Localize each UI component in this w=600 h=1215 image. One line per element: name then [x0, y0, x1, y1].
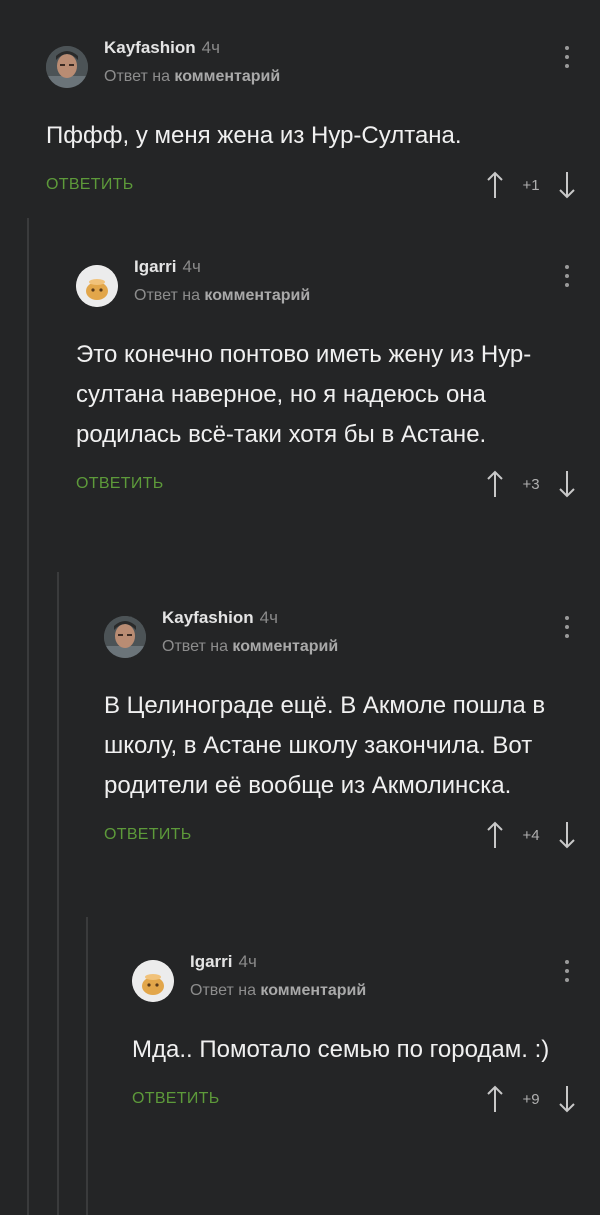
comment-actions: ОТВЕТИТЬ +4 [104, 820, 600, 856]
comment-time: 4ч [238, 952, 257, 971]
vote-count: +9 [522, 1090, 540, 1108]
comment-text: В Целинограде ещё. В Акмоле пошла в школ… [104, 692, 546, 799]
reply-button[interactable]: ОТВЕТИТЬ [132, 1090, 220, 1108]
vote-count: +3 [522, 475, 540, 493]
more-options-icon[interactable] [564, 46, 570, 70]
upvote-icon[interactable] [484, 170, 506, 200]
downvote-icon[interactable] [556, 1084, 578, 1114]
reply-prefix: Ответ на [162, 638, 228, 655]
comment-header: Igarri 4ч Ответ на комментарий [132, 952, 600, 1012]
user-photo-icon [104, 616, 146, 658]
comment-time: 4ч [201, 38, 220, 57]
reply-to-info: Ответ на комментарий [190, 982, 366, 1000]
author-name[interactable]: Igarri 4ч [190, 952, 257, 972]
reply-button[interactable]: ОТВЕТИТЬ [76, 475, 164, 493]
vote-count: +1 [522, 176, 540, 194]
comment: Kayfashion 4ч Ответ на комментарий В Цели… [104, 608, 600, 856]
thread-line [57, 572, 59, 1215]
avatar[interactable] [46, 46, 88, 88]
downvote-icon[interactable] [556, 170, 578, 200]
vote-control: +3 [484, 469, 578, 499]
upvote-icon[interactable] [484, 820, 506, 850]
avatar[interactable] [76, 265, 118, 307]
user-photo-icon [46, 46, 88, 88]
reply-target-link[interactable]: комментарий [204, 287, 310, 304]
thread-line [86, 917, 88, 1215]
comment: Igarri 4ч Ответ на комментарий Это конечн… [76, 257, 600, 505]
author-name-text[interactable]: Kayfashion [162, 608, 254, 627]
reply-prefix: Ответ на [134, 287, 200, 304]
comment-header: Igarri 4ч Ответ на комментарий [76, 257, 600, 317]
comment-actions: ОТВЕТИТЬ +1 [46, 170, 600, 206]
comment: Igarri 4ч Ответ на комментарий Мда.. Помо… [132, 952, 600, 1120]
comment-header: Kayfashion 4ч Ответ на комментарий [46, 38, 600, 98]
comment-text: Мда.. Помотало семью по городам. :) [132, 1036, 550, 1063]
more-options-icon[interactable] [564, 265, 570, 289]
comment-time: 4ч [182, 257, 201, 276]
reply-to-info: Ответ на комментарий [134, 287, 310, 305]
more-options-icon[interactable] [564, 960, 570, 984]
comment-time: 4ч [259, 608, 278, 627]
upvote-icon[interactable] [484, 469, 506, 499]
reply-prefix: Ответ на [190, 982, 256, 999]
more-options-icon[interactable] [564, 616, 570, 640]
vote-control: +9 [484, 1084, 578, 1114]
comment-header: Kayfashion 4ч Ответ на комментарий [104, 608, 600, 668]
thread-line [27, 218, 29, 1215]
cartoon-head-icon [132, 960, 174, 1002]
reply-prefix: Ответ на [104, 68, 170, 85]
comment-actions: ОТВЕТИТЬ +9 [132, 1084, 600, 1120]
avatar[interactable] [132, 960, 174, 1002]
upvote-icon[interactable] [484, 1084, 506, 1114]
author-name[interactable]: Igarri 4ч [134, 257, 201, 277]
vote-control: +4 [484, 820, 578, 850]
reply-button[interactable]: ОТВЕТИТЬ [104, 826, 192, 844]
comment-text: Пффф, у меня жена из Нур-Султана. [46, 122, 462, 149]
comment: Kayfashion 4ч Ответ на комментарий Пффф, … [46, 38, 600, 206]
author-name-text[interactable]: Igarri [190, 952, 233, 971]
reply-to-info: Ответ на комментарий [104, 68, 280, 86]
author-name-text[interactable]: Kayfashion [104, 38, 196, 57]
reply-target-link[interactable]: комментарий [260, 982, 366, 999]
author-name[interactable]: Kayfashion 4ч [162, 608, 278, 628]
downvote-icon[interactable] [556, 820, 578, 850]
reply-target-link[interactable]: комментарий [174, 68, 280, 85]
cartoon-head-icon [76, 265, 118, 307]
downvote-icon[interactable] [556, 469, 578, 499]
author-name[interactable]: Kayfashion 4ч [104, 38, 220, 58]
author-name-text[interactable]: Igarri [134, 257, 177, 276]
comment-actions: ОТВЕТИТЬ +3 [76, 469, 600, 505]
vote-count: +4 [522, 826, 540, 844]
reply-target-link[interactable]: комментарий [232, 638, 338, 655]
reply-button[interactable]: ОТВЕТИТЬ [46, 176, 134, 194]
reply-to-info: Ответ на комментарий [162, 638, 338, 656]
avatar[interactable] [104, 616, 146, 658]
comment-text: Это конечно понтово иметь жену из Нур-су… [76, 341, 532, 448]
vote-control: +1 [484, 170, 578, 200]
